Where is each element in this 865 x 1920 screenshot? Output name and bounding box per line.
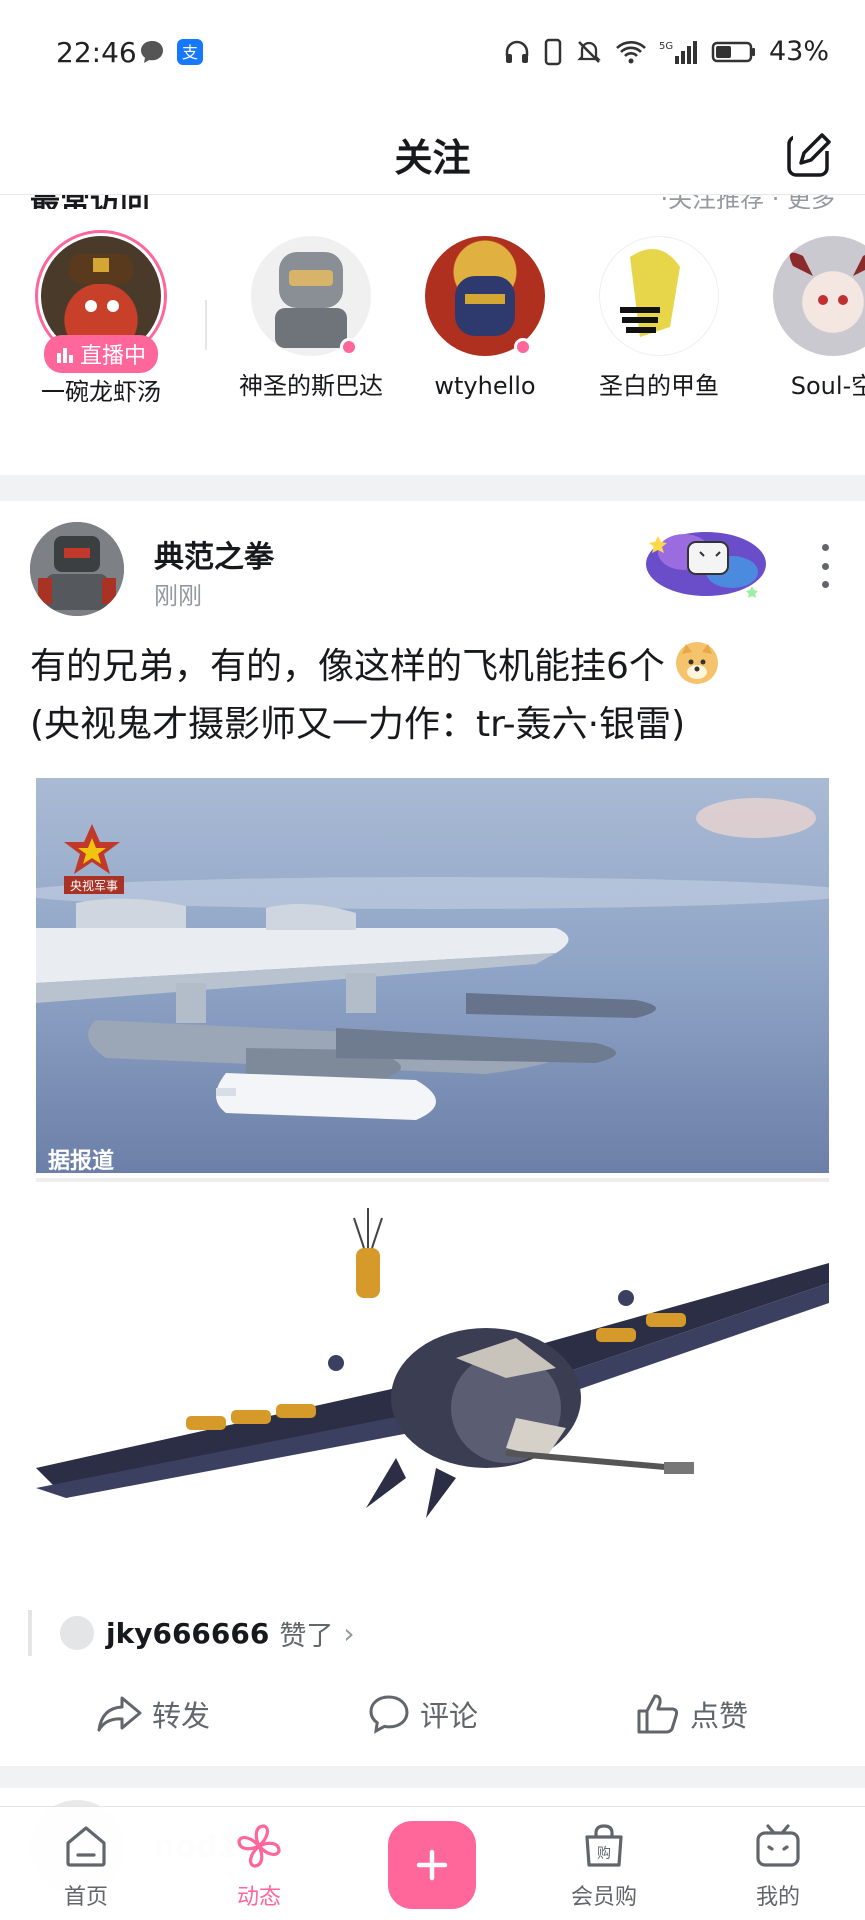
compose-button[interactable] — [785, 129, 835, 179]
frequent-visits-list: 直播中 一碗龙虾汤 神圣的斯巴达 wtyhello 圣白的甲鱼 Soul-空 — [0, 230, 865, 450]
liked-by-row[interactable]: jky666666 赞了 › — [28, 1610, 355, 1656]
like-label: 点赞 — [690, 1699, 749, 1733]
post-actions: 转发 评论 点赞 — [0, 1680, 865, 1748]
status-right: 5G 43% — [503, 36, 829, 67]
signal-icon: 5G — [659, 40, 697, 64]
nav-home-label: 首页 — [63, 1885, 108, 1910]
home-icon — [66, 1826, 106, 1867]
svg-text:支: 支 — [182, 43, 198, 62]
frequent-user-name: 一碗龙虾汤 — [41, 378, 161, 406]
liked-verb: 赞了 — [279, 1620, 334, 1652]
share-label: 转发 — [152, 1699, 211, 1733]
post-content: 有的兄弟，有的，像这样的飞机能挂6个 (央视鬼才摄影师又一力作：tr-轰六·银雷… — [30, 638, 835, 754]
chevron-right-icon: › — [343, 1616, 355, 1650]
live-bars-icon — [56, 348, 73, 363]
frequent-user-2[interactable]: 神圣的斯巴达 — [226, 230, 396, 402]
frequent-user-name: Soul-空 — [790, 372, 865, 400]
headphones-icon — [505, 40, 529, 63]
status-time: 22:46 — [56, 36, 137, 69]
post-header: 典范之拳 刚刚 — [30, 522, 835, 617]
frequent-visits-header: 最常访问 ·关注推荐 · 更多 — [30, 195, 835, 209]
online-dot — [340, 338, 358, 356]
post-text-line-2: (央视鬼才摄影师又一力作：tr-轰六·银雷) — [30, 704, 686, 745]
avatar — [773, 236, 865, 356]
section-divider — [0, 1766, 865, 1788]
nav-dynamic-label: 动态 — [236, 1885, 281, 1910]
post-author-name[interactable]: 典范之拳 — [154, 532, 274, 576]
post-timestamp: 刚刚 — [154, 582, 202, 610]
thumbs-up-icon — [637, 1694, 679, 1734]
decoration-badge-icon — [646, 532, 766, 598]
bottom-navigation: 首页 动态 购 会员购 我的 — [0, 1806, 865, 1920]
comment-button[interactable]: 评论 — [368, 1680, 478, 1748]
frequent-user-3[interactable]: wtyhello — [400, 230, 570, 402]
svg-text:购: 购 — [597, 1846, 611, 1862]
like-button[interactable]: 点赞 — [636, 1680, 748, 1748]
nav-mine-label: 我的 — [755, 1885, 800, 1910]
status-bar: 22:46 支 5G 43% — [0, 0, 865, 105]
post-image-1[interactable]: 央视军事 据报道 — [36, 778, 829, 1173]
frequent-user-1[interactable]: 直播中 一碗龙虾汤 — [16, 230, 186, 408]
share-button[interactable]: 转发 — [96, 1680, 210, 1748]
tv-icon — [756, 1824, 800, 1867]
vibrate-icon — [544, 38, 562, 65]
alipay-icon: 支 — [177, 39, 203, 65]
frequent-visits-title: 最常访问 — [30, 195, 150, 209]
divider — [205, 300, 207, 350]
frequent-user-4[interactable]: 圣白的甲鱼 — [574, 230, 744, 402]
frequent-user-5[interactable]: Soul-空 — [748, 230, 865, 402]
nav-home[interactable]: 首页 — [26, 1821, 146, 1911]
frequent-user-name: 神圣的斯巴达 — [239, 372, 383, 400]
nav-vip-shop-label: 会员购 — [570, 1885, 637, 1910]
share-icon — [97, 1696, 142, 1732]
frequent-user-name: wtyhello — [434, 372, 536, 400]
liker-name[interactable]: jky666666 — [106, 1617, 269, 1650]
post-image-2[interactable] — [36, 1188, 829, 1593]
shopping-bag-icon: 购 — [585, 1824, 623, 1867]
live-badge: 直播中 — [43, 335, 159, 373]
liker-avatar — [58, 1614, 96, 1652]
image-separator — [36, 1178, 829, 1182]
publish-plus-button[interactable] — [388, 1821, 476, 1909]
battery-icon — [711, 41, 755, 62]
notification-icons: 支 — [138, 38, 204, 66]
plus-icon — [416, 1849, 448, 1881]
doge-emoji-icon — [676, 642, 719, 684]
comment-label: 评论 — [420, 1699, 479, 1733]
title-bar: 关注 — [0, 105, 865, 195]
section-divider — [0, 475, 865, 501]
nav-vip-shop[interactable]: 购 会员购 — [544, 1821, 664, 1911]
avatar — [599, 236, 719, 356]
post-more-button[interactable] — [815, 544, 835, 588]
chat-notification-icon — [141, 41, 163, 63]
frequent-user-name: 圣白的甲鱼 — [599, 372, 719, 400]
live-avatar-ring: 直播中 — [35, 230, 167, 373]
nav-dynamic[interactable]: 动态 — [199, 1821, 319, 1911]
pinwheel-icon — [237, 1824, 281, 1868]
svg-text:5G: 5G — [659, 41, 673, 52]
online-dot — [514, 338, 532, 356]
live-label: 直播中 — [79, 344, 147, 369]
post-text-line-1: 有的兄弟，有的，像这样的飞机能挂6个 — [30, 646, 665, 687]
mute-icon — [577, 40, 601, 63]
frequent-visits-more[interactable]: ·关注推荐 · 更多 — [660, 195, 835, 209]
image-caption: 据报道 — [48, 1148, 114, 1173]
wifi-icon — [616, 40, 646, 63]
page-title: 关注 — [394, 136, 471, 180]
image-watermark: 央视军事 — [70, 878, 118, 893]
comment-icon — [369, 1695, 409, 1734]
battery-percent: 43% — [768, 36, 829, 67]
nav-mine[interactable]: 我的 — [718, 1821, 838, 1911]
author-avatar[interactable] — [30, 522, 124, 616]
